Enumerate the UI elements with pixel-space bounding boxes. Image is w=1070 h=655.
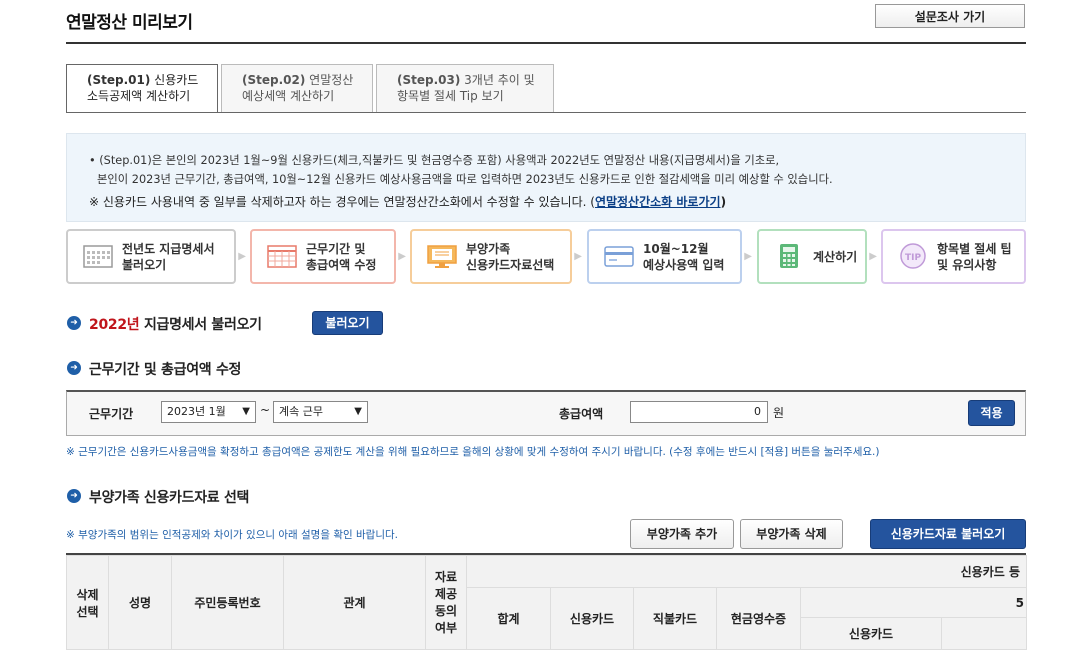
apply-button[interactable]: 적용 (968, 400, 1015, 426)
section-year: 2022년 (89, 317, 140, 333)
section-title-text: 지급명세서 불러오기 (143, 317, 262, 333)
section-bullet-icon: ➜ (67, 489, 81, 503)
tab-line2: 소득공제액 계산하기 (87, 89, 191, 103)
step-line1: 근무기간 및 (306, 242, 366, 256)
period-label: 근무기간 (89, 407, 134, 421)
tab-step-label: (Step.02) (242, 73, 306, 87)
period-end-select[interactable]: 계속 근무 ▼ (273, 401, 368, 423)
salary-input[interactable]: 0 (630, 401, 768, 423)
tab-step-01[interactable]: (Step.01) 신용카드 소득공제액 계산하기 (66, 64, 218, 113)
notice-line3: ※ 신용카드 사용내역 중 일부를 삭제하고자 하는 경우에는 연말정산간소화에… (89, 193, 726, 210)
step-arrow-icon: ▶ (574, 251, 582, 262)
salary-form: 근무기간 2023년 1월 ▼ ~ 계속 근무 ▼ 총급여액 0 원 적용 (66, 390, 1026, 436)
section-bullet-icon: ➜ (67, 316, 81, 330)
notice-line3-suffix: ) (720, 195, 727, 209)
section-dependent-title: 부양가족 신용카드자료 선택 (89, 490, 250, 506)
delete-dependent-button[interactable]: 부양가족 삭제 (740, 519, 843, 549)
step-label: 부양가족신용카드자료선택 (466, 241, 554, 273)
period-tilde: ~ (260, 403, 271, 417)
tab-line2: 항목별 절세 Tip 보기 (397, 89, 504, 103)
step-line1: 전년도 지급명세서 (122, 242, 215, 256)
tab-line2: 예상세액 계산하기 (242, 89, 335, 103)
step-label: 계산하기 (813, 249, 857, 265)
step-load-statement[interactable]: 전년도 지급명세서불러오기 ▶ (66, 229, 246, 284)
tab-step-label: (Step.03) (397, 73, 461, 87)
tab-step-03[interactable]: (Step.03) 3개년 추이 및 항목별 절세 Tip 보기 (376, 64, 554, 112)
step-line1: 10월~12월 (643, 242, 709, 256)
step-label: 전년도 지급명세서불러오기 (122, 241, 215, 273)
section-salary-title: 근무기간 및 총급여액 수정 (89, 362, 242, 378)
notice-box: • (Step.01)은 본인의 2023년 1월~9월 신용카드(체크,직불카… (66, 133, 1026, 222)
tab-line1: 연말정산 (309, 73, 354, 87)
header-debit-card: 직불카드 (633, 587, 717, 650)
title-divider (66, 42, 1026, 44)
header-relation: 관계 (283, 555, 426, 650)
step-arrow-icon: ▶ (238, 251, 246, 262)
tab-step-label: (Step.01) (87, 73, 151, 87)
header-consent: 자료 제공 동의 여부 (425, 555, 467, 650)
step-arrow-icon: ▶ (869, 251, 877, 262)
calendar-grid-icon (83, 245, 113, 268)
header-cash-receipt: 현금영수증 (716, 587, 801, 650)
tab-divider (66, 112, 1026, 113)
tab-line1: 3개년 추이 및 (464, 73, 535, 87)
page-title: 연말정산 미리보기 (66, 13, 193, 33)
calendar-icon (267, 245, 297, 268)
step-arrow-icon: ▶ (744, 251, 752, 262)
header-total: 합계 (466, 587, 551, 650)
step-label: 근무기간 및총급여액 수정 (306, 241, 376, 273)
section-load-title: 2022년 지급명세서 불러오기 (89, 314, 262, 334)
dependent-note: ※ 부양가족의 범위는 인적공제와 차이가 있으니 아래 설명을 확인 바랍니다… (66, 529, 398, 541)
section-bullet-icon: ➜ (67, 361, 81, 375)
step-expected-usage[interactable]: 10월~12월예상사용액 입력 ▶ (587, 229, 752, 284)
step-dependent-card[interactable]: 부양가족신용카드자료선택 ▶ (410, 229, 582, 284)
notice-line2: 본인이 2023년 근무기간, 총급여액, 10월~12월 신용카드 예상사용금… (97, 173, 833, 186)
monitor-icon (427, 245, 457, 268)
step-calculate[interactable]: 계산하기 ▶ (757, 229, 877, 284)
step-line2: 예상사용액 입력 (643, 258, 725, 272)
period-start-value: 2023년 1월 (167, 405, 226, 418)
step-line1: 부양가족 (466, 242, 511, 256)
header-delete-select: 삭제 선택 (66, 555, 109, 650)
step-line2: 총급여액 수정 (306, 258, 377, 272)
chevron-down-icon: ▼ (242, 406, 250, 417)
won-unit: 원 (773, 406, 785, 420)
header-rrn: 주민등록번호 (171, 555, 284, 650)
salary-label: 총급여액 (559, 407, 604, 421)
tab-step-02[interactable]: (Step.02) 연말정산 예상세액 계산하기 (221, 64, 373, 112)
chevron-down-icon: ▼ (354, 406, 362, 417)
survey-button[interactable]: 설문조사 가기 (875, 4, 1025, 28)
step-line2: 및 유의사항 (937, 258, 997, 272)
notice-line3-prefix: ※ 신용카드 사용내역 중 일부를 삭제하고자 하는 경우에는 연말정산간소화에… (89, 195, 595, 209)
card-icon (604, 246, 634, 267)
notice-line1: • (Step.01)은 본인의 2023년 1월~9월 신용카드(체크,직불카… (89, 154, 780, 167)
load-card-data-button[interactable]: 신용카드자료 불러오기 (870, 519, 1026, 549)
header-empty (941, 617, 1027, 650)
header-name: 성명 (108, 555, 172, 650)
period-end-value: 계속 근무 (279, 405, 323, 418)
step-edit-salary[interactable]: 근무기간 및총급여액 수정 ▶ (250, 229, 406, 284)
add-dependent-button[interactable]: 부양가족 추가 (630, 519, 734, 549)
tip-icon: TIP (900, 243, 926, 269)
load-statement-button[interactable]: 불러오기 (312, 311, 383, 335)
step-tax-tips[interactable]: TIP 항목별 절세 팁및 유의사항 (881, 229, 1026, 284)
step-line1: 계산하기 (813, 250, 858, 264)
header-partial: 5 (800, 587, 1027, 618)
step-label: 10월~12월예상사용액 입력 (643, 241, 724, 273)
tab-line1: 신용카드 (154, 73, 199, 87)
dependent-table: 삭제 선택 성명 주민등록번호 관계 자료 제공 동의 여부 신용카드 등 합계… (66, 555, 1027, 650)
simplified-service-link[interactable]: 연말정산간소화 바로가기 (595, 195, 721, 209)
salary-note: ※ 근무기간은 신용카드사용금액을 확정하고 총급여액은 공제한도 계산을 위해… (66, 446, 880, 458)
step-line2: 불러오기 (122, 258, 167, 272)
header-credit-card-2: 신용카드 (800, 617, 942, 650)
step-arrow-icon: ▶ (398, 251, 406, 262)
step-label: 항목별 절세 팁및 유의사항 (937, 241, 1012, 273)
svg-text:TIP: TIP (905, 253, 921, 263)
period-start-select[interactable]: 2023년 1월 ▼ (161, 401, 256, 423)
step-line2: 신용카드자료선택 (466, 258, 555, 272)
header-credit-group: 신용카드 등 (466, 555, 1027, 588)
calculator-icon (780, 244, 798, 268)
header-credit-card: 신용카드 (550, 587, 634, 650)
step-line1: 항목별 절세 팁 (937, 242, 1012, 256)
